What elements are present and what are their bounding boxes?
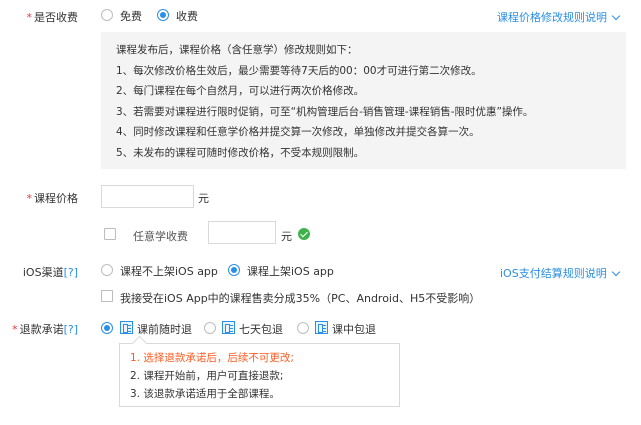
ios-help-link[interactable]: [?] [64, 266, 78, 279]
charge-label-text: 是否收费 [34, 11, 78, 24]
refund-help-link[interactable]: [?] [64, 323, 78, 336]
required-mark: * [26, 11, 33, 24]
chevron-down-icon[interactable] [611, 267, 620, 276]
rules-line: 4、同时修改课程和任意学价格并提交算一次修改，单独修改并提交各算一次。 [116, 126, 480, 138]
rules-line: 2、每门课程在每个自然月，可以进行两次价格修改。 [116, 85, 365, 97]
radio-refund-midcourse[interactable] [297, 322, 309, 334]
option-ios-off-label[interactable]: 课程不上架iOS app [120, 263, 218, 279]
option-paid-label[interactable]: 收费 [176, 8, 198, 24]
price-unit: 元 [198, 192, 209, 205]
option-free-label[interactable]: 免费 [120, 8, 142, 24]
ios-agree-checkbox[interactable] [101, 290, 113, 302]
refund-tip-line: 3. 该退款承诺适用于全部课程。 [130, 388, 280, 400]
ios-label: iOS渠道[?] [23, 264, 78, 280]
rules-line: 3、若需要对课程进行限时促销，可至“机构管理后台-销售管理-课程销售-限时优惠”… [116, 105, 534, 118]
refund-badge-icon [222, 321, 235, 334]
ios-agree-label[interactable]: 我接受在iOS App中的课程售卖分成35%（PC、Android、H5不受影响… [120, 290, 480, 306]
radio-ios-on[interactable] [228, 264, 240, 276]
charge-label: * 是否收费 [27, 9, 79, 25]
refund-label: * 退款承诺[?] [12, 321, 78, 337]
rules-line: 课程发布后，课程价格（含任意学）修改规则如下： [116, 44, 358, 56]
radio-refund-anytime[interactable] [101, 322, 113, 334]
option-refund-midcourse-label[interactable]: 课中包退 [332, 321, 376, 337]
refund-label-text: 退款承诺 [19, 323, 64, 336]
radio-refund-7days[interactable] [204, 322, 216, 334]
price-rules-panel: 课程发布后，课程价格（含任意学）修改规则如下： 1、每次修改价格生效后，最少需要… [101, 32, 626, 169]
required-mark: * [26, 192, 33, 205]
refund-tip-line: 2. 课程开始前，用户可直接退款; [130, 370, 284, 382]
refund-badge-icon [120, 321, 133, 334]
anylearn-price-input[interactable] [208, 221, 276, 244]
check-circle-icon [298, 228, 310, 240]
option-refund-7days-label[interactable]: 七天包退 [239, 321, 283, 337]
required-mark: * [12, 323, 18, 336]
refund-badge-icon [315, 321, 328, 334]
price-input[interactable] [101, 185, 194, 208]
radio-ios-off[interactable] [101, 264, 113, 276]
chevron-down-icon[interactable] [611, 11, 621, 20]
ios-settlement-link-text[interactable]: iOS支付结算规则说明 [500, 265, 607, 281]
price-rules-link[interactable]: 课程价格修改规则说明 [497, 9, 621, 25]
radio-paid[interactable] [157, 9, 169, 21]
price-label-text: 课程价格 [34, 192, 78, 205]
rules-line: 5、未发布的课程可随时修改价格，不受本规则限制。 [116, 146, 365, 159]
anylearn-unit: 元 [281, 230, 292, 243]
price-rules-link-text[interactable]: 课程价格修改规则说明 [497, 9, 607, 25]
option-ios-on-label[interactable]: 课程上架iOS app [247, 263, 334, 279]
refund-tip-line: 1. 选择退款承诺后，后续不可更改; [130, 352, 294, 364]
price-label: * 课程价格 [27, 190, 79, 206]
refund-tip-popover: 1. 选择退款承诺后，后续不可更改; 2. 课程开始前，用户可直接退款; 3. … [119, 343, 400, 407]
option-refund-anytime-label[interactable]: 课前随时退 [137, 321, 192, 337]
anylearn-checkbox[interactable] [104, 228, 116, 240]
ios-label-text: iOS渠道 [22, 266, 64, 279]
rules-line: 1、每次修改价格生效后，最少需要等待7天后的00：00才可进行第二次修改。 [116, 64, 482, 77]
anylearn-label: 任意学收费 [133, 230, 188, 243]
radio-free[interactable] [101, 9, 113, 21]
ios-settlement-link[interactable]: iOS支付结算规则说明 [500, 265, 620, 281]
